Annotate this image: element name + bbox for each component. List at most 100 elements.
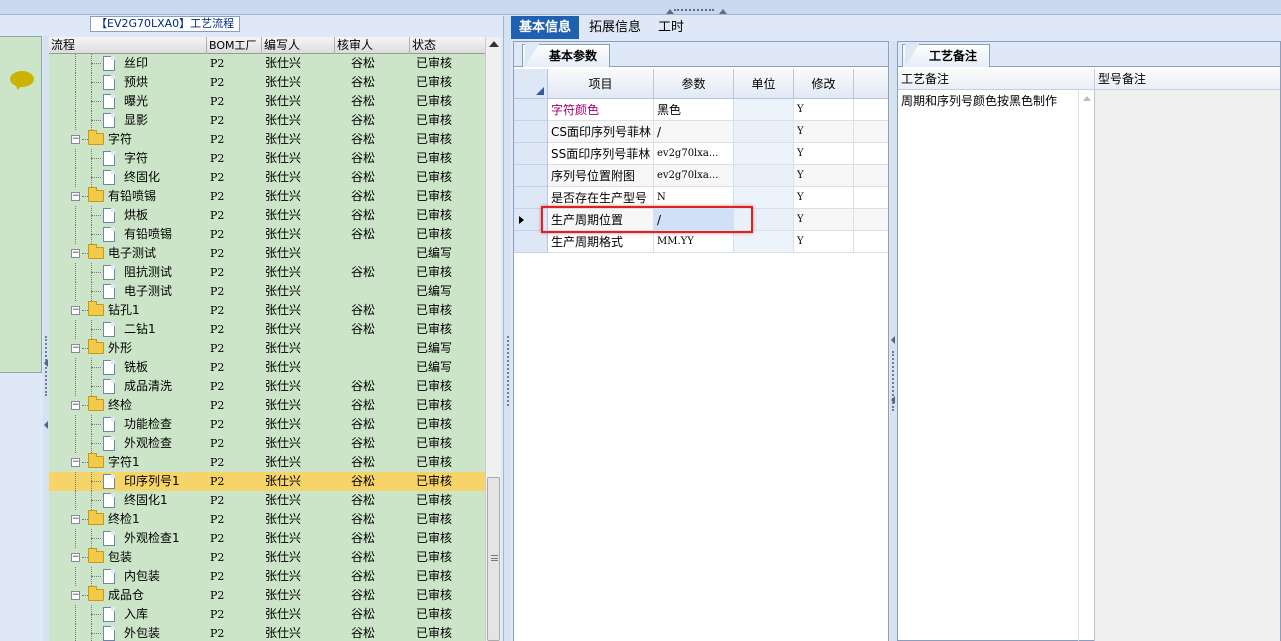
tree-row[interactable]: 印序列号1 P2 张仕兴 谷松 已审核 [49,472,485,491]
tab-basic-info[interactable]: 基本信息 [511,16,580,39]
collapse-arrow-icon[interactable] [891,336,895,344]
collapse-toggle-icon[interactable]: − [71,249,80,258]
param-row[interactable]: 生产周期格式 MM.YY Y [514,231,888,253]
tree-row[interactable]: − 有铅喷锡 P2 张仕兴 谷松 已审核 [49,187,485,206]
param-unit-cell[interactable] [734,231,794,253]
param-value-cell[interactable]: MM.YY [654,231,734,253]
param-unit-cell[interactable] [734,99,794,121]
right-splitter[interactable] [890,41,897,641]
row-indicator[interactable] [514,99,548,121]
collapse-toggle-icon[interactable]: − [71,306,80,315]
tree-row[interactable]: 铣板 P2 张仕兴 已编写 [49,358,485,377]
tree-scrollbar[interactable] [485,37,501,641]
tab-work-hours[interactable]: 工时 [650,16,692,39]
param-modify-cell[interactable]: Y [794,209,854,231]
tree-row[interactable]: 烘板 P2 张仕兴 谷松 已审核 [49,206,485,225]
collapse-toggle-icon[interactable]: − [71,515,80,524]
tree-row[interactable]: − 包装 P2 张仕兴 谷松 已审核 [49,548,485,567]
param-modify-cell[interactable]: Y [794,121,854,143]
row-indicator[interactable] [514,231,548,253]
tree-row[interactable]: 阻抗测试 P2 张仕兴 谷松 已审核 [49,263,485,282]
tree-row[interactable]: 外包装 P2 张仕兴 谷松 已审核 [49,624,485,641]
param-value-cell[interactable]: 黑色 [654,99,734,121]
collapse-arrow-icon[interactable] [891,396,895,404]
col-header-flow[interactable]: 流程 [49,37,207,54]
col-header-process-note[interactable]: 工艺备注 [898,69,1095,90]
tree-row[interactable]: 预烘 P2 张仕兴 谷松 已审核 [49,73,485,92]
collapse-toggle-icon[interactable]: − [71,192,80,201]
param-row[interactable]: 字符颜色 黑色 Y [514,99,888,121]
param-unit-cell[interactable] [734,165,794,187]
tree-row[interactable]: 成品清洗 P2 张仕兴 谷松 已审核 [49,377,485,396]
col-header-reviewer[interactable]: 核审人 [335,37,410,54]
tree-row[interactable]: 二钻1 P2 张仕兴 谷松 已审核 [49,320,485,339]
main-splitter[interactable] [503,16,511,641]
param-row[interactable]: CS面印序列号菲林 / Y [514,121,888,143]
param-modify-cell[interactable]: Y [794,165,854,187]
collapse-toggle-icon[interactable]: − [71,591,80,600]
collapse-arrow-icon[interactable] [44,421,48,429]
param-value-cell[interactable]: ev2g70lxa... [654,165,734,187]
tree-row[interactable]: − 电子测试 P2 张仕兴 已编写 [49,244,485,263]
grid-corner[interactable] [514,69,548,99]
collapse-toggle-icon[interactable]: − [71,344,80,353]
param-value-cell[interactable]: / [654,121,734,143]
param-value-cell[interactable]: ev2g70lxa... [654,143,734,165]
param-unit-cell[interactable] [734,143,794,165]
tree-row[interactable]: 曝光 P2 张仕兴 谷松 已审核 [49,92,485,111]
tab-basic-params[interactable]: 基本参数 [522,44,611,67]
row-indicator[interactable] [514,143,548,165]
param-unit-cell[interactable] [734,121,794,143]
collapse-right-icon[interactable] [719,9,727,14]
param-modify-cell[interactable]: Y [794,231,854,253]
param-modify-cell[interactable]: Y [794,143,854,165]
tree-row[interactable]: 终固化1 P2 张仕兴 谷松 已审核 [49,491,485,510]
tree-row[interactable]: 外观检查1 P2 张仕兴 谷松 已审核 [49,529,485,548]
collapse-toggle-icon[interactable]: − [71,135,80,144]
scroll-thumb[interactable] [487,477,500,641]
chat-bubble-icon[interactable] [10,71,34,90]
tree-row[interactable]: − 成品仓 P2 张仕兴 谷松 已审核 [49,586,485,605]
tree-row[interactable]: − 终检1 P2 张仕兴 谷松 已审核 [49,510,485,529]
col-header-unit[interactable]: 单位 [734,69,794,99]
tree-row[interactable]: 丝印 P2 张仕兴 谷松 已审核 [49,54,485,73]
row-indicator[interactable] [514,165,548,187]
col-header-writer[interactable]: 编写人 [262,37,335,54]
col-header-value[interactable]: 参数 [654,69,734,99]
top-splitter[interactable] [0,0,1281,15]
tab-process-notes[interactable]: 工艺备注 [902,44,991,67]
param-modify-cell[interactable]: Y [794,99,854,121]
tree-row[interactable]: − 钻孔1 P2 张仕兴 谷松 已审核 [49,301,485,320]
basic-params-grid[interactable]: 项目 参数 单位 修改 字符颜色 黑色 Y CS面印序列号菲林 / Y SS面印序列号菲林 e… [514,69,888,641]
tree-row[interactable]: 终固化 P2 张仕兴 谷松 已审核 [49,168,485,187]
tree-row[interactable]: 显影 P2 张仕兴 谷松 已审核 [49,111,485,130]
tree-row[interactable]: 字符 P2 张仕兴 谷松 已审核 [49,149,485,168]
tree-row[interactable]: 功能检查 P2 张仕兴 谷松 已审核 [49,415,485,434]
scroll-up-icon[interactable] [1083,96,1091,101]
tree-row[interactable]: 内包装 P2 张仕兴 谷松 已审核 [49,567,485,586]
collapse-toggle-icon[interactable]: − [71,458,80,467]
tab-extended-info[interactable]: 拓展信息 [581,16,649,39]
tree-row[interactable]: − 外形 P2 张仕兴 已编写 [49,339,485,358]
tree-row[interactable]: − 字符1 P2 张仕兴 谷松 已审核 [49,453,485,472]
col-header-modify[interactable]: 修改 [794,69,854,99]
collapse-left-icon[interactable] [666,9,674,14]
collapse-toggle-icon[interactable]: − [71,401,80,410]
col-header-model-note[interactable]: 型号备注 [1095,69,1280,90]
row-indicator[interactable] [514,121,548,143]
tree-row[interactable]: 外观检查 P2 张仕兴 谷松 已审核 [49,434,485,453]
tree-row[interactable]: 有铅喷锡 P2 张仕兴 谷松 已审核 [49,225,485,244]
tree-row[interactable]: 入库 P2 张仕兴 谷松 已审核 [49,605,485,624]
collapse-toggle-icon[interactable]: − [71,553,80,562]
tree-row[interactable]: − 终检 P2 张仕兴 谷松 已审核 [49,396,485,415]
param-modify-cell[interactable]: Y [794,187,854,209]
process-note-text[interactable]: 周期和序列号颜色按黑色制作 [898,92,1078,112]
collapse-arrow-icon[interactable] [44,359,48,367]
process-note-scrollbar[interactable] [1078,90,1095,641]
param-row[interactable]: 序列号位置附图 ev2g70lxa... Y [514,165,888,187]
col-header-bom[interactable]: BOM工厂 [207,37,262,54]
param-row[interactable]: SS面印序列号菲林 ev2g70lxa... Y [514,143,888,165]
model-note-field[interactable] [1095,90,1280,641]
col-header-status[interactable]: 状态 [410,37,485,54]
tree-row[interactable]: − 字符 P2 张仕兴 谷松 已审核 [49,130,485,149]
